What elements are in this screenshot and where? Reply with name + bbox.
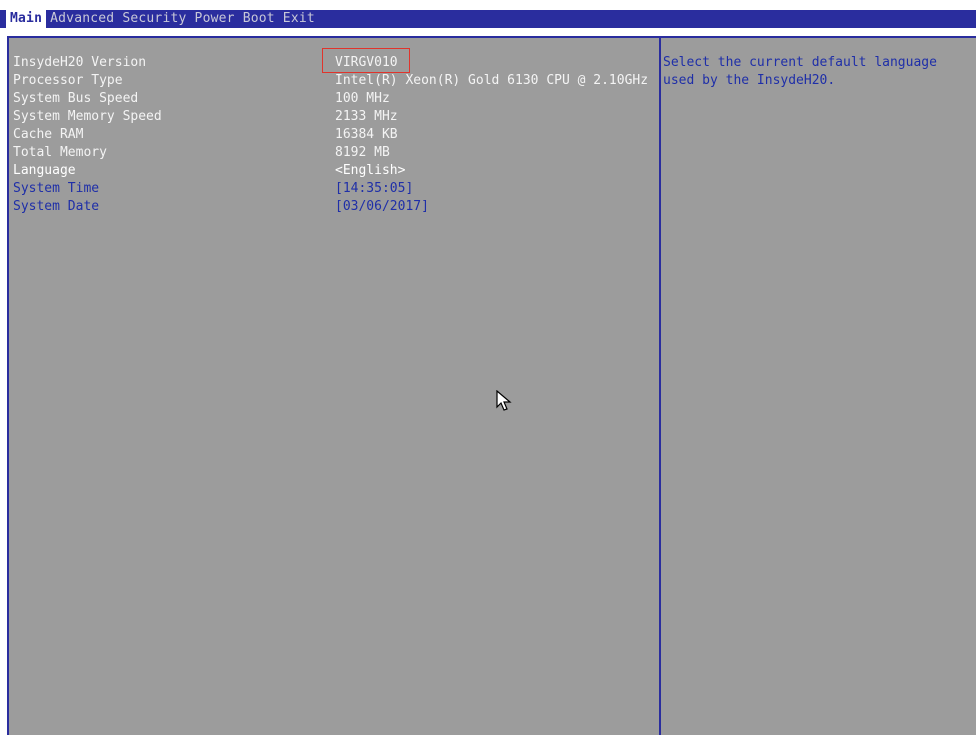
- row-label: System Memory Speed: [13, 109, 162, 124]
- help-text: Select the current default language used…: [663, 55, 945, 88]
- row-system-date[interactable]: System Date [03/06/2017]: [13, 198, 653, 216]
- row-label: Language: [13, 163, 76, 178]
- row-system-memory-speed: System Memory Speed 2133 MHz: [13, 108, 653, 126]
- system-time-field[interactable]: [14:35:05]: [335, 180, 413, 198]
- tab-security[interactable]: Security: [118, 10, 190, 28]
- row-value: 8192 MB: [335, 145, 390, 160]
- row-system-time[interactable]: System Time [14:35:05]: [13, 180, 653, 198]
- row-label: InsydeH20 Version: [13, 55, 147, 70]
- panel-divider: [659, 36, 661, 735]
- tab-exit[interactable]: Exit: [279, 10, 319, 28]
- row-value: 16384 KB: [335, 127, 398, 142]
- row-label: System Time: [13, 181, 100, 196]
- row-value: Intel(R) Xeon(R) Gold 6130 CPU @ 2.10GHz: [335, 73, 649, 88]
- row-cache-ram: Cache RAM 16384 KB: [13, 126, 653, 144]
- row-value: 2133 MHz: [335, 109, 398, 124]
- row-value: VIRGV010: [335, 55, 398, 70]
- language-select[interactable]: <English>: [335, 162, 405, 180]
- row-total-memory: Total Memory 8192 MB: [13, 144, 653, 162]
- row-processor-type: Processor Type Intel(R) Xeon(R) Gold 613…: [13, 72, 653, 90]
- row-system-bus-speed: System Bus Speed 100 MHz: [13, 90, 653, 108]
- row-language[interactable]: Language <English>: [13, 162, 653, 180]
- tab-power[interactable]: Power: [191, 10, 239, 28]
- row-label: System Bus Speed: [13, 91, 139, 106]
- tab-boot[interactable]: Boot: [239, 10, 279, 28]
- system-date-field[interactable]: [03/06/2017]: [335, 198, 429, 216]
- row-value: 100 MHz: [335, 91, 390, 106]
- tab-advanced[interactable]: Advanced: [46, 10, 118, 28]
- mouse-pointer-icon: [496, 390, 512, 411]
- row-label: Cache RAM: [13, 127, 84, 142]
- row-label: System Date: [13, 199, 100, 214]
- tab-main[interactable]: Main: [6, 10, 47, 28]
- row-label: Total Memory: [13, 145, 107, 160]
- row-insydeh20-version: InsydeH20 Version VIRGV010: [13, 54, 653, 72]
- row-label: Processor Type: [13, 73, 123, 88]
- menu-bar: Main Advanced Security Power Boot Exit: [0, 10, 976, 28]
